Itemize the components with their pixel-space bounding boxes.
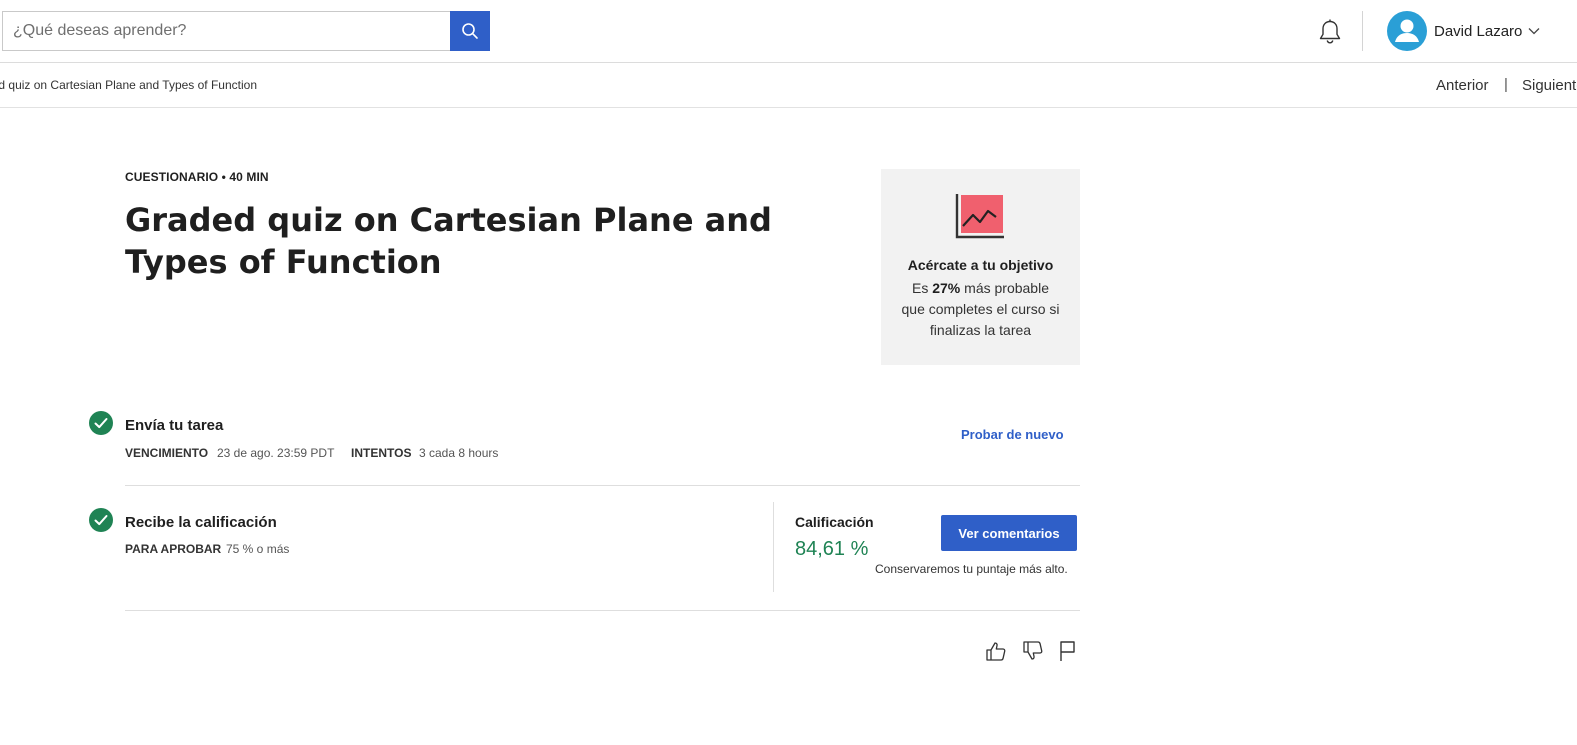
trend-chart-icon bbox=[955, 193, 1005, 239]
breadcrumb-title: Graded quiz on Cartesian Plane and Types… bbox=[0, 78, 257, 92]
grade-label: Calificación bbox=[795, 514, 874, 530]
nav-separator: | bbox=[1504, 76, 1508, 93]
next-link[interactable]: Siguiente bbox=[1522, 77, 1577, 94]
submit-complete-check-icon bbox=[89, 411, 113, 435]
highest-score-note: Conservaremos tu puntaje más alto. bbox=[875, 562, 1068, 576]
search-button[interactable] bbox=[450, 11, 490, 51]
grade-complete-check-icon bbox=[89, 508, 113, 532]
page-title: Graded quiz on Cartesian Plane and Types… bbox=[125, 201, 772, 281]
goal-text: Es 27% más probable que completes el cur… bbox=[901, 280, 1060, 338]
top-header: David Lazaro bbox=[0, 0, 1577, 63]
submit-step-title: Envía tu tarea bbox=[125, 417, 224, 434]
item-kicker: CUESTIONARIO • 40 MIN bbox=[125, 170, 269, 184]
item-nav-bar: Graded quiz on Cartesian Plane and Types… bbox=[0, 63, 1577, 108]
flag-icon[interactable] bbox=[1056, 638, 1080, 664]
user-avatar-icon bbox=[1387, 11, 1427, 51]
bell-icon bbox=[1317, 18, 1343, 46]
search-input[interactable] bbox=[2, 11, 450, 51]
due-value: 23 de ago. 23:59 PDT bbox=[217, 446, 335, 460]
retry-link[interactable]: Probar de nuevo bbox=[961, 427, 1064, 442]
breadcrumb: Graded quiz on Cartesian Plane and Types… bbox=[0, 78, 257, 92]
view-feedback-button[interactable]: Ver comentarios bbox=[941, 515, 1077, 551]
search-icon bbox=[461, 22, 479, 40]
user-menu[interactable]: David Lazaro bbox=[1387, 10, 1540, 52]
chevron-down-icon bbox=[1528, 27, 1540, 35]
previous-link[interactable]: Anterior bbox=[1436, 77, 1489, 94]
search-bar bbox=[2, 11, 490, 51]
header-divider bbox=[1362, 11, 1363, 51]
section-divider bbox=[125, 485, 1080, 486]
pass-label: PARA APROBAR bbox=[125, 542, 222, 556]
goal-title: Acércate a tu objetivo bbox=[907, 257, 1054, 273]
grade-value: 84,61 % bbox=[795, 538, 869, 560]
grade-step-title: Recibe la calificación bbox=[125, 514, 277, 531]
section-divider bbox=[125, 610, 1080, 611]
thumbs-up-icon[interactable] bbox=[984, 638, 1008, 664]
goal-card: Acércate a tu objetivo Es 27% más probab… bbox=[881, 169, 1080, 365]
attempts-value: 3 cada 8 hours bbox=[419, 446, 499, 460]
pass-value: 75 % o más bbox=[226, 542, 290, 556]
grade-divider bbox=[773, 502, 774, 592]
due-label: VENCIMIENTO bbox=[125, 446, 209, 460]
attempts-label: INTENTOS bbox=[351, 446, 412, 460]
notifications-button[interactable] bbox=[1316, 17, 1344, 47]
thumbs-down-icon[interactable] bbox=[1021, 638, 1045, 664]
user-name: David Lazaro bbox=[1434, 22, 1523, 40]
goal-percent: 27% bbox=[932, 280, 961, 296]
